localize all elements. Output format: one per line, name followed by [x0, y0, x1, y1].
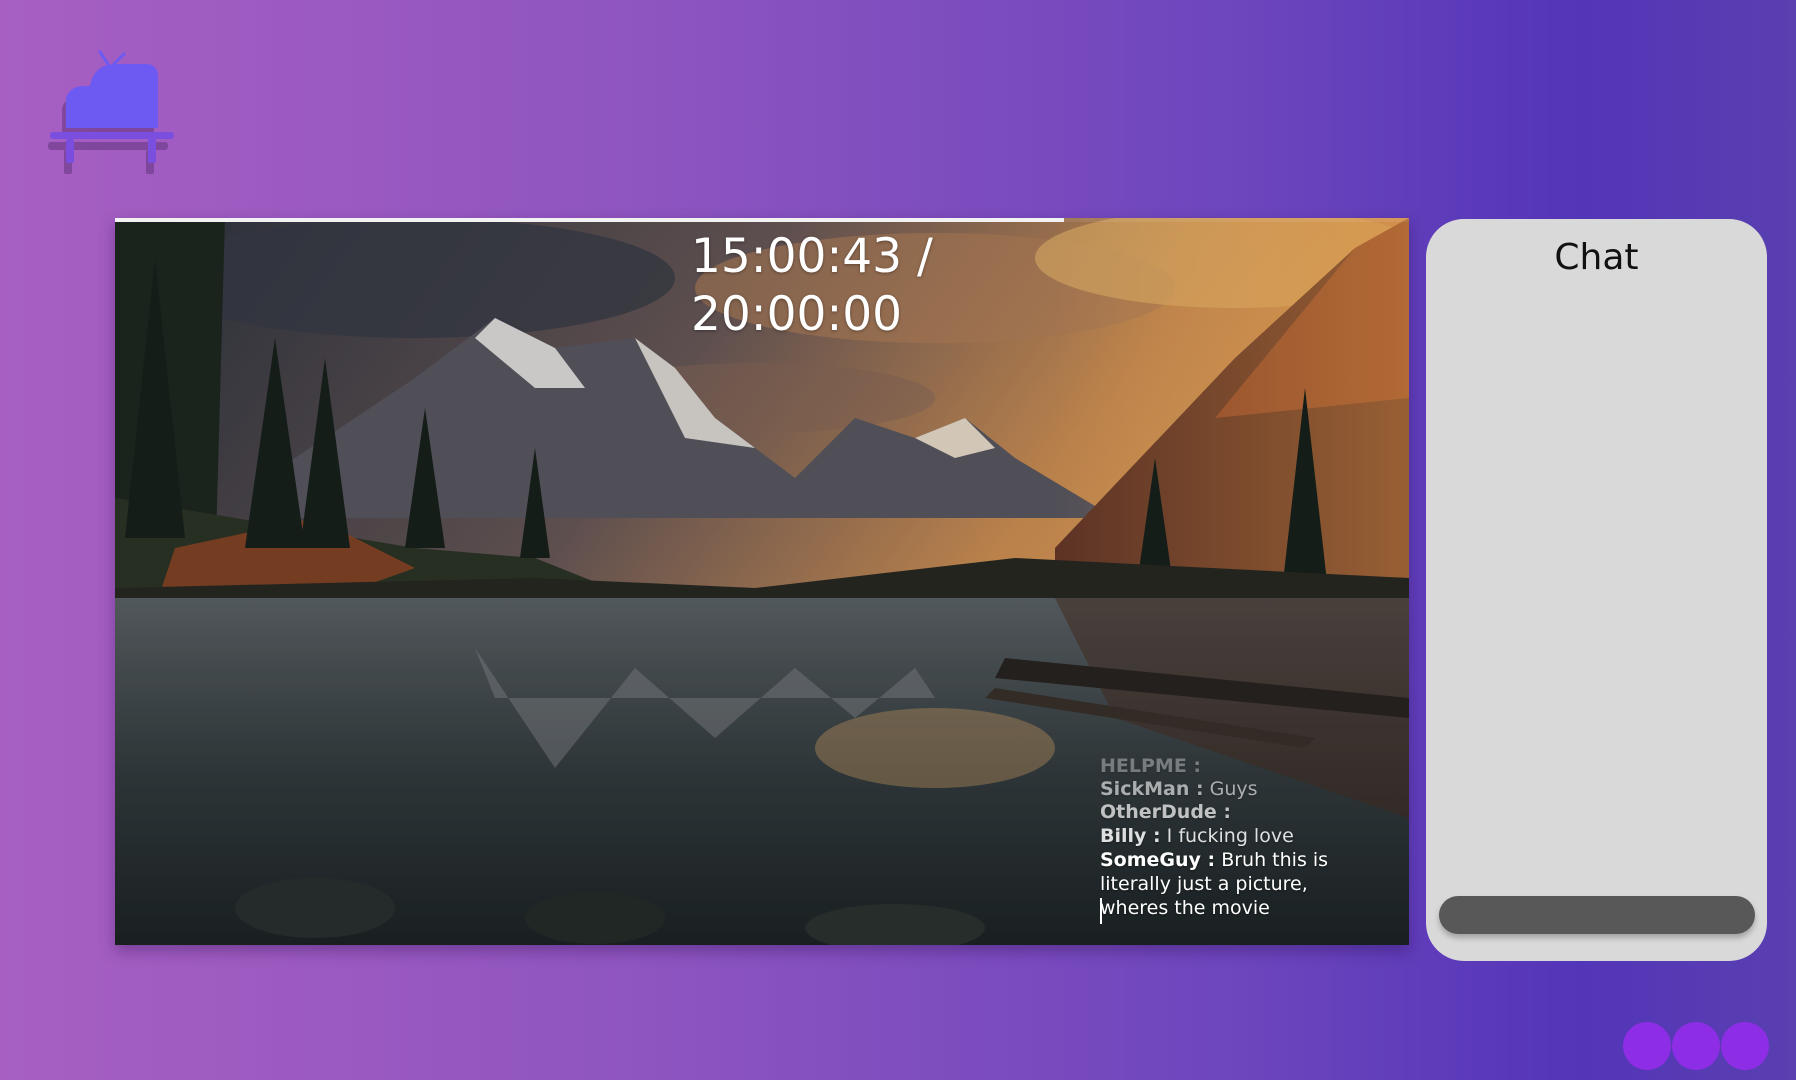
- chat-panel: Chat: [1426, 219, 1767, 961]
- chat-title: Chat: [1554, 237, 1639, 278]
- menu-dots[interactable]: [1623, 1022, 1769, 1070]
- app-logo[interactable]: [46, 48, 176, 188]
- chat-username: Billy :: [1100, 825, 1161, 847]
- overlay-chat-message: HELPME :: [1100, 754, 1370, 778]
- chat-username: SomeGuy :: [1100, 849, 1216, 871]
- overlay-chat-message: OtherDude :: [1100, 800, 1370, 824]
- overlay-chat-message: Billy : I fucking love: [1100, 824, 1370, 848]
- video-player[interactable]: 15:00:43 / 20:00:00 HELPME : SickMan : G…: [115, 218, 1409, 945]
- chat-username: HELPME :: [1100, 755, 1202, 777]
- chat-username: SickMan :: [1100, 778, 1204, 800]
- chat-text: I fucking love: [1166, 825, 1294, 847]
- time-readout: 15:00:43 / 20:00:00: [691, 228, 933, 344]
- overlay-chat-message: SickMan : Guys: [1100, 777, 1370, 801]
- dot-icon: [1721, 1022, 1769, 1070]
- dot-icon: [1672, 1022, 1720, 1070]
- dot-icon: [1623, 1022, 1671, 1070]
- total-time: 20:00:00: [691, 287, 903, 342]
- piano-tv-icon: [48, 50, 174, 174]
- progress-bar-fill: [115, 218, 1064, 222]
- chat-input[interactable]: [1439, 896, 1755, 934]
- overlay-chat-message: SomeGuy : Bruh this is literally just a …: [1100, 848, 1370, 920]
- chat-username: OtherDude :: [1100, 801, 1232, 823]
- chat-text: Guys: [1209, 778, 1258, 800]
- current-time: 15:00:43 /: [691, 229, 933, 284]
- text-cursor: [1100, 898, 1102, 924]
- progress-bar[interactable]: [115, 218, 1409, 222]
